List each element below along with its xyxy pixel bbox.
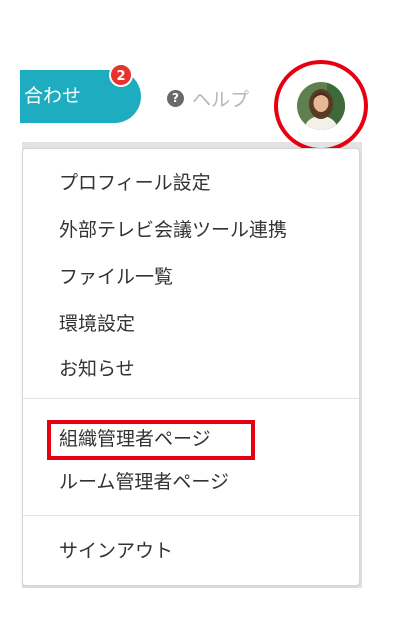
notification-badge: 2 — [109, 63, 133, 87]
inquiry-button-label: 合わせ — [24, 85, 82, 107]
canvas: 合わせ 2 ? ヘルプ プロフィール設定 外部テレビ会議ツール連携 ファイル一覧 — [0, 0, 417, 644]
help-link[interactable]: ? ヘルプ — [167, 84, 249, 112]
menu-item-profile-settings[interactable]: プロフィール設定 — [59, 168, 211, 198]
avatar[interactable] — [297, 82, 345, 130]
organization-admin-annotation-box — [47, 420, 255, 460]
question-circle-icon: ? — [167, 89, 184, 107]
user-dropdown-menu: プロフィール設定 外部テレビ会議ツール連携 ファイル一覧 環境設定 お知らせ 組… — [22, 148, 360, 586]
menu-item-preferences[interactable]: 環境設定 — [59, 309, 135, 339]
menu-item-notices[interactable]: お知らせ — [59, 354, 135, 384]
help-label: ヘルプ — [192, 88, 250, 111]
menu-item-video-conference-integration[interactable]: 外部テレビ会議ツール連携 — [59, 215, 287, 245]
menu-item-sign-out[interactable]: サインアウト — [59, 536, 173, 566]
menu-item-file-list[interactable]: ファイル一覧 — [59, 262, 173, 292]
menu-item-room-admin[interactable]: ルーム管理者ページ — [59, 467, 229, 497]
menu-divider — [23, 398, 359, 399]
avatar-image — [297, 82, 345, 130]
menu-divider — [23, 515, 359, 516]
header-bar: 合わせ 2 ? ヘルプ — [20, 58, 368, 152]
avatar-annotation-circle — [274, 60, 368, 152]
